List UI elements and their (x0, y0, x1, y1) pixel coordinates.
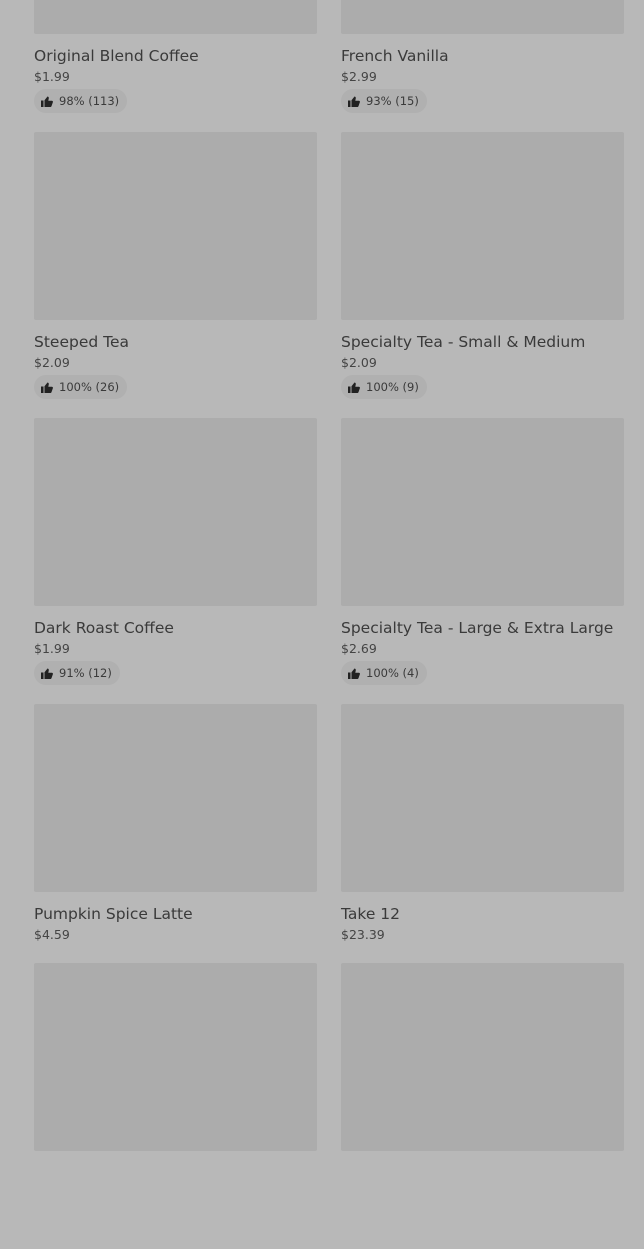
product-price: $2.09 (34, 355, 70, 370)
product-card-french-vanilla[interactable]: French Vanilla $2.99 93% (15) (341, 0, 624, 132)
product-price: $23.39 (341, 927, 385, 942)
product-card[interactable] (34, 963, 317, 1249)
rating-text: 93% (15) (366, 94, 419, 108)
rating-text: 98% (113) (59, 94, 120, 108)
rating-badge: 100% (26) (34, 375, 128, 399)
product-image[interactable] (34, 0, 317, 34)
product-image[interactable] (341, 0, 624, 34)
thumbs-up-icon (41, 96, 53, 107)
product-image[interactable] (341, 418, 624, 606)
thumbs-up-icon (41, 668, 53, 679)
thumbs-up-icon (348, 96, 360, 107)
product-card-original-blend-coffee[interactable]: Original Blend Coffee $1.99 98% (113) (34, 0, 317, 132)
thumbs-up-icon (41, 382, 53, 393)
product-image[interactable] (341, 704, 624, 892)
rating-badge: 91% (12) (34, 661, 120, 685)
rating-badge: 100% (4) (341, 661, 427, 685)
product-image[interactable] (341, 963, 624, 1151)
product-name: Specialty Tea - Small & Medium (341, 333, 586, 351)
product-image[interactable] (34, 418, 317, 606)
product-card[interactable] (341, 963, 624, 1249)
product-name: Original Blend Coffee (34, 47, 199, 65)
product-card-take-12[interactable]: Take 12 $23.39 (341, 704, 624, 963)
rating-badge: 93% (15) (341, 89, 427, 113)
product-name: Steeped Tea (34, 333, 129, 351)
product-card-pumpkin-spice-latte[interactable]: Pumpkin Spice Latte $4.59 (34, 704, 317, 963)
rating-text: 91% (12) (59, 666, 112, 680)
rating-badge: 98% (113) (34, 89, 128, 113)
product-price: $2.09 (341, 355, 377, 370)
rating-text: 100% (4) (366, 666, 419, 680)
product-card-specialty-tea-large-extra-large[interactable]: Specialty Tea - Large & Extra Large $2.6… (341, 418, 624, 704)
product-name: Take 12 (341, 905, 401, 923)
product-image[interactable] (341, 132, 624, 320)
thumbs-up-icon (348, 382, 360, 393)
product-name: Specialty Tea - Large & Extra Large (341, 619, 614, 637)
product-image[interactable] (34, 963, 317, 1151)
product-price: $1.99 (34, 69, 70, 84)
product-card-specialty-tea-small-medium[interactable]: Specialty Tea - Small & Medium $2.09 100… (341, 132, 624, 418)
product-image[interactable] (34, 704, 317, 892)
product-card-dark-roast-coffee[interactable]: Dark Roast Coffee $1.99 91% (12) (34, 418, 317, 704)
rating-text: 100% (26) (59, 380, 120, 394)
product-price: $2.99 (341, 69, 377, 84)
product-grid: Original Blend Coffee $1.99 98% (113) Fr… (34, 0, 624, 1249)
rating-text: 100% (9) (366, 380, 419, 394)
product-image[interactable] (34, 132, 317, 320)
thumbs-up-icon (348, 668, 360, 679)
product-price: $4.59 (34, 927, 70, 942)
product-price: $1.99 (34, 641, 70, 656)
product-name: Dark Roast Coffee (34, 619, 174, 637)
product-name: French Vanilla (341, 47, 449, 65)
product-price: $2.69 (341, 641, 377, 656)
product-card-steeped-tea[interactable]: Steeped Tea $2.09 100% (26) (34, 132, 317, 418)
product-name: Pumpkin Spice Latte (34, 905, 193, 923)
rating-badge: 100% (9) (341, 375, 427, 399)
